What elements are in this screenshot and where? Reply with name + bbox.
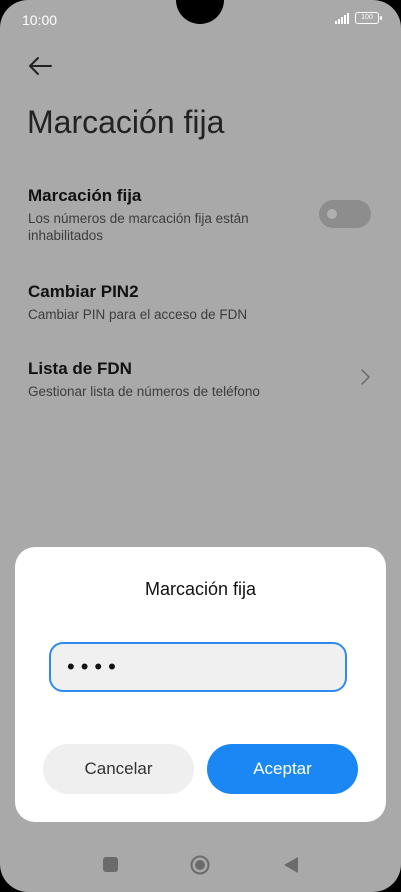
home-icon[interactable] — [190, 855, 210, 875]
fdn-toggle[interactable] — [319, 200, 371, 228]
setting-fdn-toggle[interactable]: Marcación fija Los números de marcación … — [28, 186, 308, 244]
camera-notch — [176, 0, 224, 24]
dialog-title: Marcación fija — [144, 579, 257, 599]
chevron-right-icon — [361, 369, 370, 385]
recents-icon[interactable] — [103, 857, 118, 872]
pin2-dialog: Marcación fija •••• Cancelar Aceptar — [15, 547, 386, 822]
setting-change-pin2[interactable]: Cambiar PIN2 Cambiar PIN para el acceso … — [28, 282, 368, 323]
cancel-button[interactable]: Cancelar — [43, 744, 194, 794]
status-icons: 100 — [335, 12, 382, 24]
screen: 10:00 100 Marcación fija Marcación fija … — [0, 0, 401, 892]
accept-button[interactable]: Aceptar — [207, 744, 358, 794]
page-title: Marcación fija — [27, 104, 225, 140]
setting-subtitle: Cambiar PIN para el acceso de FDN — [28, 307, 248, 322]
battery-icon: 100 — [355, 12, 382, 24]
pin2-input[interactable]: •••• — [49, 642, 347, 692]
back-arrow-icon[interactable] — [26, 54, 54, 78]
status-time: 10:00 — [22, 12, 58, 28]
setting-title: Cambiar PIN2 — [28, 282, 139, 301]
signal-icon — [335, 12, 349, 24]
toggle-knob — [327, 209, 337, 219]
nav-back-icon[interactable] — [282, 856, 300, 874]
setting-subtitle: Gestionar lista de números de teléfono — [28, 384, 260, 399]
setting-subtitle: Los números de marcación fija están inha… — [28, 211, 249, 243]
setting-title: Marcación fija — [28, 186, 142, 205]
setting-title: Lista de FDN — [28, 359, 132, 378]
setting-fdn-list[interactable]: Lista de FDN Gestionar lista de números … — [28, 359, 368, 400]
